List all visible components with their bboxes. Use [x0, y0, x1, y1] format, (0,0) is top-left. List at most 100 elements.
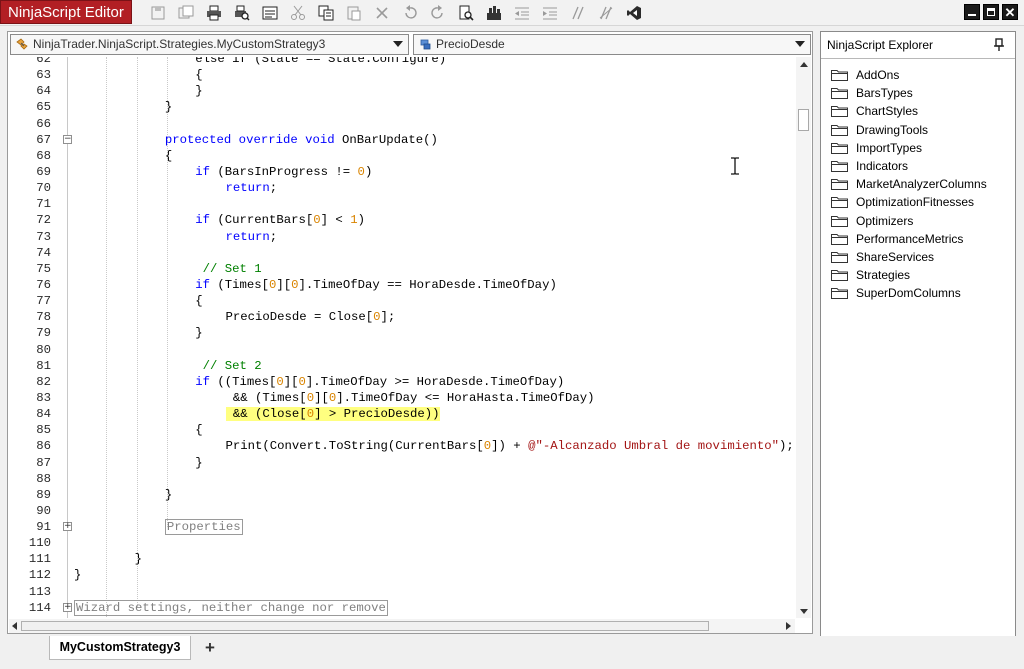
undo-button[interactable] — [398, 3, 422, 23]
chevron-down-icon — [795, 41, 805, 47]
member-dropdown[interactable]: PrecioDesde — [413, 34, 811, 55]
folder-icon — [831, 251, 848, 263]
close-button[interactable]: ✕ — [1002, 4, 1018, 20]
code-text: Wizard settings, neither change nor remo… — [74, 599, 388, 616]
code-line: 70 return; — [9, 180, 795, 196]
line-number: 110 — [28, 536, 51, 551]
explorer-folder-addons[interactable]: AddOns — [831, 66, 987, 84]
code-line: 112} — [9, 567, 795, 583]
uncomment-button[interactable] — [594, 3, 618, 23]
save-button[interactable] — [146, 3, 170, 23]
code-token: ] < — [320, 213, 351, 228]
outdent-button[interactable] — [510, 3, 534, 23]
print-preview-button[interactable] — [230, 3, 254, 23]
member-dropdown-value: PrecioDesde — [436, 37, 505, 51]
code-text: Properties — [164, 519, 243, 536]
scroll-up-arrow[interactable] — [800, 62, 808, 67]
line-number: 112 — [28, 568, 51, 583]
vertical-scroll-thumb[interactable] — [798, 109, 809, 131]
code-line: 72 if (CurrentBars[0] < 1) — [9, 212, 795, 228]
code-text: } — [74, 567, 81, 583]
indent-icon — [543, 7, 557, 20]
expand-region-icon[interactable]: + — [63, 602, 72, 612]
code-token: ][ — [276, 277, 292, 292]
horizontal-scrollbar[interactable] — [9, 619, 795, 633]
code-token: ; — [269, 229, 278, 244]
code-line: 62 else if (State == State.Configure) — [9, 57, 795, 67]
line-number: 114 — [28, 600, 51, 615]
folder-icon — [831, 88, 848, 100]
horizontal-scroll-thumb[interactable] — [21, 621, 709, 631]
collapse-region-icon[interactable]: − — [63, 134, 72, 144]
explorer-folder-superdomcolumns[interactable]: SuperDomColumns — [831, 284, 987, 302]
line-number: 66 — [36, 116, 51, 131]
minimize-button[interactable] — [964, 4, 980, 20]
code-line: 77 { — [9, 293, 795, 309]
explorer-folder-optimizationfitnesses[interactable]: OptimizationFitnesses — [831, 193, 987, 211]
code-text: && (Times[0][0].TimeOfDay <= HoraHasta.T… — [226, 390, 595, 406]
delete-button[interactable] — [370, 3, 394, 23]
paste-icon — [347, 6, 361, 21]
scroll-down-arrow[interactable] — [800, 609, 808, 614]
folder-icon — [831, 142, 848, 154]
compile-button[interactable] — [482, 3, 506, 23]
indent-button[interactable] — [538, 3, 562, 23]
line-number: 78 — [36, 310, 51, 325]
explorer-header: NinjaScript Explorer — [821, 32, 1015, 59]
maximize-button[interactable] — [983, 4, 999, 20]
app-title[interactable]: NinjaScript Editor — [0, 0, 132, 24]
find-button[interactable] — [454, 3, 478, 23]
explorer-folder-shareservices[interactable]: ShareServices — [831, 248, 987, 266]
code-token: ); — [778, 439, 794, 454]
code-token: @"-Alcanzado Umbral de movimiento" — [528, 439, 779, 454]
properties-button[interactable] — [258, 3, 282, 23]
folder-icon — [831, 233, 848, 245]
line-number: 72 — [36, 213, 51, 228]
code-token: && (Close[ — [225, 407, 307, 422]
code-line: 66 — [9, 116, 795, 132]
print-button[interactable] — [202, 3, 226, 23]
explorer-folder-marketanalyzercolumns[interactable]: MarketAnalyzerColumns — [831, 175, 987, 193]
find-icon — [459, 5, 474, 21]
folder-icon — [831, 179, 848, 191]
code-token[interactable]: Wizard settings, neither change nor remo… — [74, 599, 388, 616]
redo-button[interactable] — [426, 3, 450, 23]
print-preview-icon — [235, 5, 250, 21]
vertical-scrollbar[interactable] — [796, 57, 811, 618]
save-all-button[interactable] — [174, 3, 198, 23]
code-token[interactable]: Properties — [164, 519, 243, 536]
undo-icon — [405, 5, 417, 19]
copy-button[interactable] — [314, 3, 338, 23]
cut-button[interactable] — [286, 3, 310, 23]
add-tab-button[interactable]: + — [200, 638, 220, 658]
code-line: 68 { — [9, 148, 795, 164]
explorer-folder-importtypes[interactable]: ImportTypes — [831, 139, 987, 157]
print-icon — [207, 5, 221, 21]
code-token: 0 — [276, 374, 284, 389]
explorer-folder-indicators[interactable]: Indicators — [831, 157, 987, 175]
explorer-folder-optimizers[interactable]: Optimizers — [831, 212, 987, 230]
code-text: if (Times[0][0].TimeOfDay == HoraDesde.T… — [195, 277, 557, 293]
code-token: // Set 1 — [195, 261, 262, 276]
comment-button[interactable] — [566, 3, 590, 23]
tab-mycustomstrategy3[interactable]: MyCustomStrategy3 — [49, 636, 191, 660]
paste-button[interactable] — [342, 3, 366, 23]
explorer-folder-performancemetrics[interactable]: PerformanceMetrics — [831, 230, 987, 248]
code-line: 79} — [9, 325, 795, 341]
scroll-left-arrow[interactable] — [12, 622, 17, 630]
visual-studio-button[interactable] — [622, 3, 646, 23]
code-token: 1 — [350, 213, 358, 228]
folder-label: ChartStyles — [856, 104, 919, 119]
pin-icon[interactable] — [993, 38, 1005, 52]
code-area[interactable]: 62 else if (State == State.Configure) 63 {6… — [9, 57, 795, 618]
explorer-folder-strategies[interactable]: Strategies — [831, 266, 987, 284]
delete-icon — [376, 7, 388, 19]
code-line: 110 — [9, 535, 795, 551]
explorer-folder-barstypes[interactable]: BarsTypes — [831, 84, 987, 102]
class-dropdown[interactable]: NinjaTrader.NinjaScript.Strategies.MyCus… — [10, 34, 409, 55]
explorer-folder-chartstyles[interactable]: ChartStyles — [831, 102, 987, 120]
explorer-folder-drawingtools[interactable]: DrawingTools — [831, 121, 987, 139]
expand-region-icon[interactable]: + — [63, 522, 72, 532]
line-number: 62 — [36, 57, 51, 66]
scroll-right-arrow[interactable] — [786, 622, 791, 630]
